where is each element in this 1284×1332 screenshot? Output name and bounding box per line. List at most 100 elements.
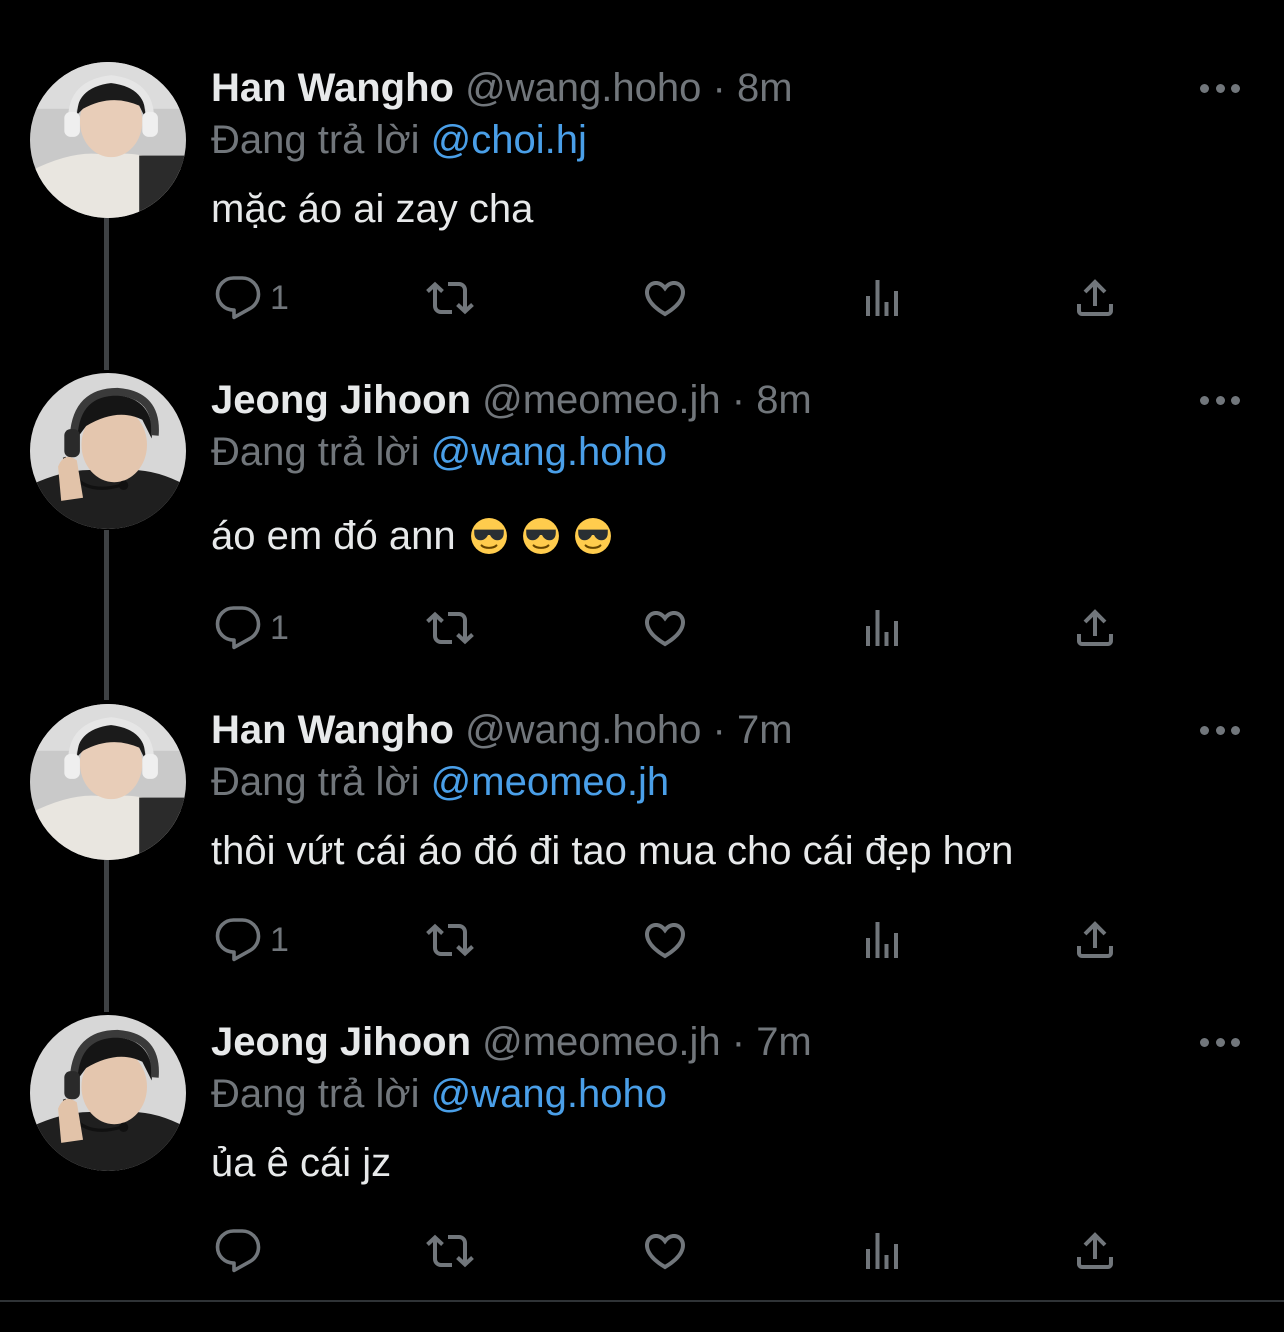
timestamp[interactable]: 7m (737, 708, 793, 752)
share-icon (1071, 604, 1119, 652)
mention-link[interactable]: @wang.hoho (431, 1072, 667, 1116)
views-icon (858, 604, 906, 652)
reply-icon (214, 604, 262, 652)
replying-to-label: Đang trả lời (211, 118, 420, 162)
reply-button[interactable]: 1 (214, 274, 289, 322)
reply-icon (214, 916, 262, 964)
reply-icon (214, 274, 262, 322)
avatar[interactable] (30, 704, 186, 860)
reply-count: 1 (270, 920, 289, 959)
display-name[interactable]: Han Wangho (211, 66, 454, 110)
tweet-text: ủa ê cái jz (211, 1141, 392, 1185)
display-name[interactable]: Han Wangho (211, 708, 454, 752)
reply-count: 1 (270, 608, 289, 647)
share-button[interactable] (1071, 916, 1119, 964)
mention-link[interactable]: @choi.hj (431, 118, 587, 162)
avatar[interactable] (30, 62, 186, 218)
tweet-text: mặc áo ai zay cha (211, 187, 534, 231)
tweet-header: Han Wangho @wang.hoho · 8m (211, 63, 793, 113)
tweet-text: áo em đó ann (211, 514, 456, 558)
like-icon (641, 1227, 689, 1275)
share-button[interactable] (1071, 1227, 1119, 1275)
views-button[interactable] (858, 1227, 906, 1275)
separator-dot: · (712, 66, 726, 110)
like-icon (641, 604, 689, 652)
share-icon (1071, 1227, 1119, 1275)
avatar[interactable] (30, 373, 186, 529)
avatar[interactable] (30, 1015, 186, 1171)
reply-button[interactable] (214, 1227, 270, 1275)
user-handle[interactable]: @meomeo.jh (482, 378, 720, 422)
jeong-jihoon-avatar-icon (30, 1015, 186, 1171)
separator-dot: · (731, 1020, 746, 1064)
timestamp[interactable]: 8m (756, 378, 812, 422)
share-button[interactable] (1071, 604, 1119, 652)
share-icon (1071, 274, 1119, 322)
more-icon (1200, 395, 1209, 405)
separator-dot: · (731, 378, 746, 422)
replying-to: Đang trả lời @wang.hoho (211, 427, 667, 477)
more-button[interactable] (1196, 78, 1244, 98)
display-name[interactable]: Jeong Jihoon (211, 1020, 471, 1064)
mention-link[interactable]: @wang.hoho (431, 430, 667, 474)
tweet-header: Han Wangho @wang.hoho · 7m (211, 705, 793, 755)
retweet-icon (426, 916, 474, 964)
user-handle[interactable]: @wang.hoho (465, 708, 701, 752)
han-wangho-avatar-icon (30, 704, 186, 860)
views-button[interactable] (858, 604, 906, 652)
like-icon (641, 274, 689, 322)
user-handle[interactable]: @wang.hoho (465, 66, 701, 110)
reply-button[interactable]: 1 (214, 916, 289, 964)
retweet-button[interactable] (426, 274, 474, 322)
sunglasses-emoji-icon (522, 517, 560, 555)
action-bar: 1 (0, 910, 1284, 970)
more-button[interactable] (1196, 390, 1244, 410)
action-bar: 1 (0, 268, 1284, 328)
timestamp[interactable]: 7m (756, 1020, 812, 1064)
views-icon (858, 1227, 906, 1275)
replying-to-label: Đang trả lời (211, 1072, 420, 1116)
like-button[interactable] (641, 604, 689, 652)
replying-to-label: Đang trả lời (211, 760, 420, 804)
han-wangho-avatar-icon (30, 62, 186, 218)
action-bar (0, 1221, 1284, 1281)
retweet-button[interactable] (426, 1227, 474, 1275)
like-button[interactable] (641, 916, 689, 964)
sunglasses-emoji-icon (470, 517, 508, 555)
views-icon (858, 274, 906, 322)
more-icon (1200, 725, 1209, 735)
replying-to-label: Đang trả lời (211, 430, 420, 474)
retweet-button[interactable] (426, 916, 474, 964)
retweet-button[interactable] (426, 604, 474, 652)
more-button[interactable] (1196, 1032, 1244, 1052)
views-button[interactable] (858, 916, 906, 964)
share-icon (1071, 916, 1119, 964)
more-icon (1200, 83, 1209, 93)
like-button[interactable] (641, 1227, 689, 1275)
views-icon (858, 916, 906, 964)
mention-link[interactable]: @meomeo.jh (431, 760, 669, 804)
action-bar: 1 (0, 598, 1284, 658)
tweet-header: Jeong Jihoon @meomeo.jh · 8m (211, 375, 812, 425)
timestamp[interactable]: 8m (737, 66, 793, 110)
tweet-text-row: áo em đó ann (211, 511, 612, 561)
reply-button[interactable]: 1 (214, 604, 289, 652)
tweet-header: Jeong Jihoon @meomeo.jh · 7m (211, 1017, 812, 1067)
like-button[interactable] (641, 274, 689, 322)
share-button[interactable] (1071, 274, 1119, 322)
sunglasses-emoji-icon (574, 517, 612, 555)
jeong-jihoon-avatar-icon (30, 373, 186, 529)
retweet-icon (426, 1227, 474, 1275)
more-icon (1200, 1037, 1209, 1047)
views-button[interactable] (858, 274, 906, 322)
more-button[interactable] (1196, 720, 1244, 740)
tweet-text: thôi vứt cái áo đó đi tao mua cho cái đẹ… (211, 829, 1014, 873)
reply-count: 1 (270, 278, 289, 317)
like-icon (641, 916, 689, 964)
retweet-icon (426, 274, 474, 322)
separator-dot: · (712, 708, 726, 752)
user-handle[interactable]: @meomeo.jh (482, 1020, 720, 1064)
replying-to: Đang trả lời @wang.hoho (211, 1069, 667, 1119)
replying-to: Đang trả lời @choi.hj (211, 115, 587, 165)
display-name[interactable]: Jeong Jihoon (211, 378, 471, 422)
